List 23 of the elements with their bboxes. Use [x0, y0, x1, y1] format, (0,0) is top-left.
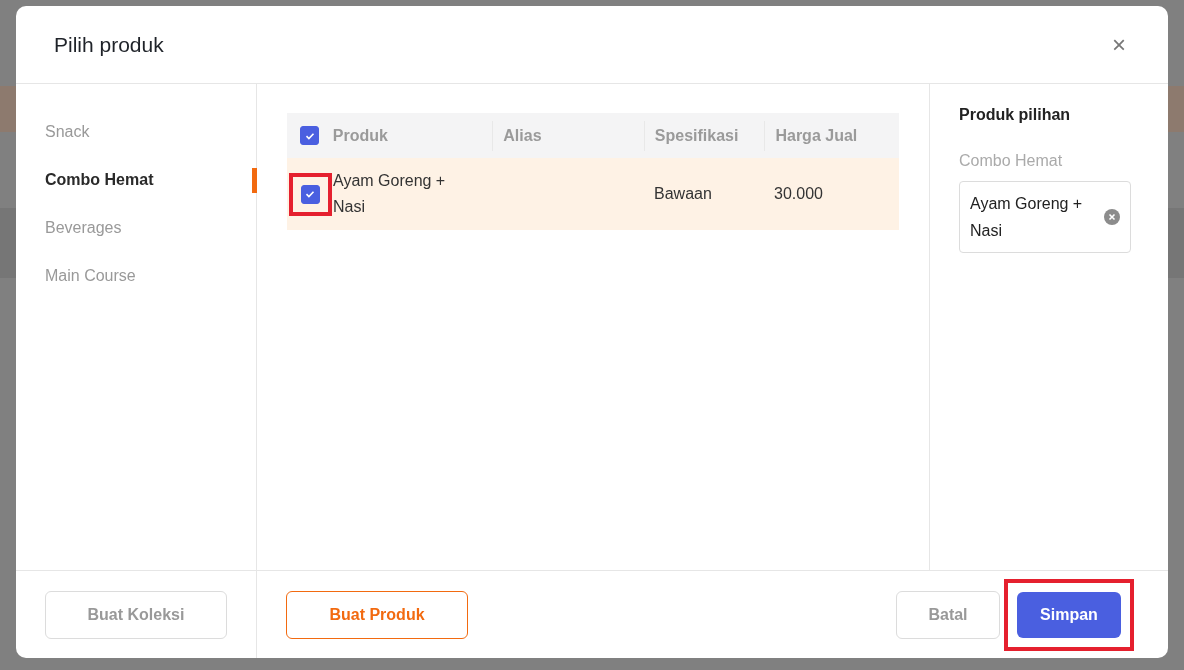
column-header: Produk — [332, 126, 388, 145]
table-cell: Bawaan — [654, 185, 712, 202]
category-tab[interactable]: Beverages — [16, 204, 256, 252]
panel-title: Produk pilihan — [959, 106, 1072, 124]
column-header: Harga Jual — [775, 126, 858, 145]
dialog-title: Pilih produk — [54, 32, 164, 57]
category-tab[interactable]: Main Course — [16, 252, 256, 300]
category-tab[interactable]: Combo Hemat — [16, 156, 256, 204]
table-cell: Ayam Goreng + Nasi — [333, 172, 446, 215]
cancel-button[interactable]: Batal — [896, 590, 1000, 639]
group-label: Combo Hemat — [959, 152, 1064, 170]
select-all-checkbox[interactable] — [300, 126, 320, 145]
selected-item-label: Ayam Goreng + Nasi — [970, 194, 1084, 241]
remove-icon[interactable] — [1104, 209, 1120, 225]
save-button[interactable]: Simpan — [1017, 591, 1121, 638]
column-header: Spesifikasi — [654, 126, 739, 145]
column-header: Alias — [503, 126, 542, 145]
create-collection-button[interactable]: Buat Koleksi — [45, 590, 227, 639]
close-button[interactable]: × — [1112, 30, 1126, 59]
create-product-button[interactable]: Buat Produk — [286, 590, 468, 639]
category-tab[interactable]: Snack — [16, 108, 256, 156]
row-checkbox[interactable] — [300, 184, 320, 204]
table-cell: 30.000 — [774, 185, 823, 202]
